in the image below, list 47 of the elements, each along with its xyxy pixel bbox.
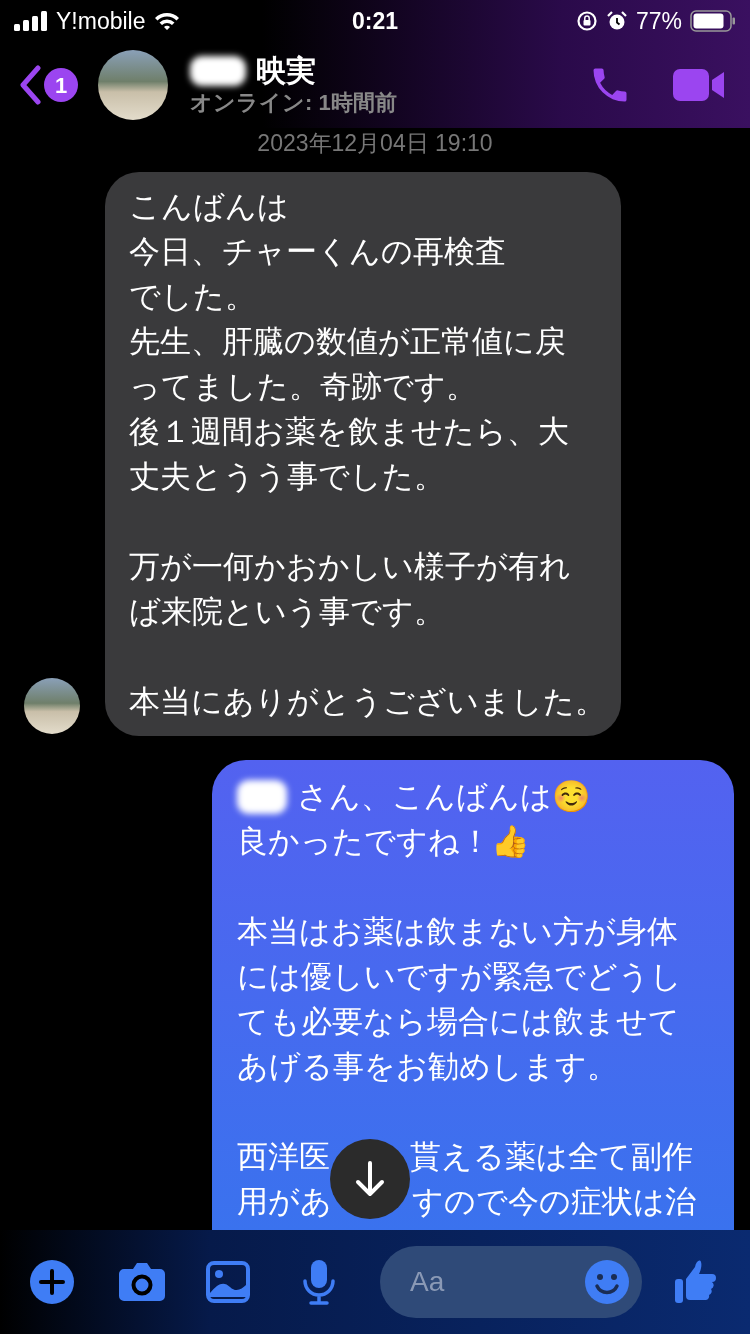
message-text: こんばんは (129, 188, 289, 226)
image-icon (206, 1261, 250, 1303)
battery-icon (690, 10, 736, 32)
smiley-icon[interactable] (584, 1259, 630, 1305)
chevron-left-icon (18, 65, 42, 105)
sender-avatar-photo-placeholder (24, 678, 80, 734)
message-text: 西洋医 (237, 1138, 330, 1176)
message-text: 丈夫とうう事でした。 (129, 458, 445, 496)
gallery-button[interactable] (206, 1261, 250, 1303)
back-button[interactable]: 1 (18, 65, 78, 105)
plus-icon (30, 1260, 74, 1304)
message-text: 貰える薬は全て副作 (410, 1138, 693, 1176)
message-text: 後１週間お薬を飲ませたら、大 (129, 413, 569, 451)
message-text: 本当はお薬は飲まない方が身体 (237, 913, 678, 951)
clock-time: 0:21 (351, 6, 398, 36)
battery-percent: 77% (635, 6, 682, 36)
arrow-down-icon (354, 1160, 386, 1198)
alarm-icon (605, 10, 628, 32)
message-text: 万が一何かおかしい様子が有れ (129, 548, 571, 586)
message-text: には優しいですが緊急でどうし (237, 958, 682, 996)
carrier-name: Y!mobile (56, 6, 146, 36)
message-text: ても必要なら場合には飲ませて (237, 1003, 680, 1041)
message-timestamp: 2023年12月04日 19:10 (257, 129, 493, 154)
message-text: 用があ (237, 1183, 332, 1221)
camera-button[interactable] (118, 1261, 166, 1303)
contact-name: 映実 (256, 53, 316, 89)
microphone-button[interactable] (302, 1259, 336, 1305)
unread-count-badge: 1 (44, 68, 78, 102)
message-text: ってました。奇跡です。 (129, 368, 477, 406)
rotation-lock-icon (575, 10, 598, 32)
redaction-blur-mark (190, 56, 246, 86)
message-input-field[interactable]: Aa (380, 1246, 642, 1318)
message-text: さん、こんばんは☺ (297, 778, 591, 816)
signal-icon (14, 11, 48, 31)
message-text: 良かったですね！👍 (237, 823, 530, 861)
message-text: 本当にありがとうございました。 (129, 683, 606, 721)
message-text: 先生、肝臓の数値が正常値に戻 (129, 323, 566, 361)
message-text: でした。 (129, 278, 256, 316)
add-button[interactable] (30, 1260, 74, 1304)
wifi-icon (153, 11, 182, 31)
message-text: ば来院という事です。 (129, 593, 445, 631)
message-text: すので今の症状は治 (412, 1183, 696, 1221)
presence-status: オンライン: 1時間前 (190, 89, 397, 117)
message-text: 今日、チャーくんの再検査 (129, 233, 506, 271)
camera-icon (118, 1261, 166, 1303)
microphone-icon (302, 1259, 336, 1305)
message-text: あげる事をお勧めします。 (237, 1048, 618, 1086)
